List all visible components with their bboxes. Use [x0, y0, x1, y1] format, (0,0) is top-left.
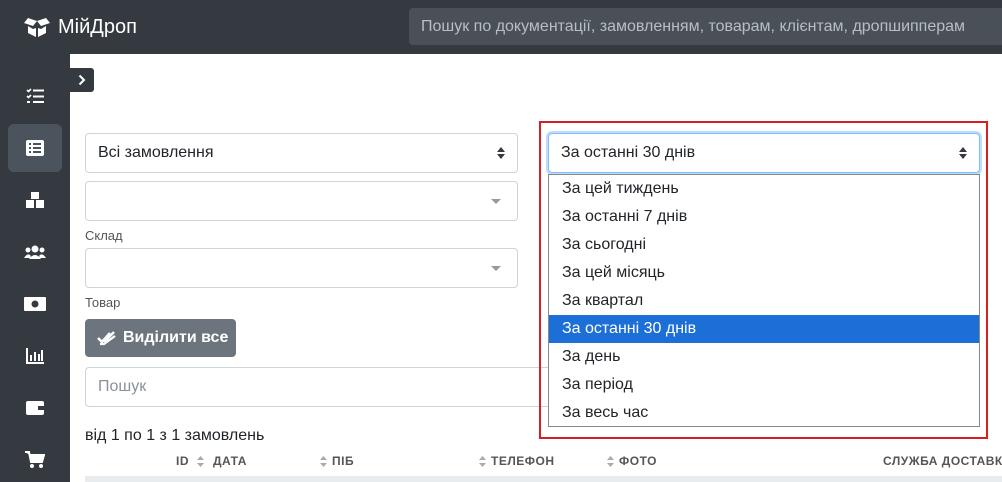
- orders-search-input[interactable]: Пошук: [85, 367, 555, 407]
- order-status-select[interactable]: Всі замовлення: [85, 133, 518, 173]
- app-title: МійДроп: [58, 15, 137, 38]
- chart-icon: [26, 348, 44, 364]
- order-status-value: Всі замовлення: [98, 144, 214, 161]
- period-option[interactable]: За день: [549, 343, 979, 371]
- period-options-list: За цей тиждень За останні 7 днів За сьог…: [548, 174, 980, 427]
- table-row: [85, 476, 1002, 482]
- cart-icon: [25, 451, 45, 468]
- list-icon: [26, 140, 44, 156]
- period-value: За останні 30 днів: [561, 144, 696, 161]
- select-all-button[interactable]: Виділити все: [85, 319, 236, 357]
- sidebar-item-reports[interactable]: [8, 332, 62, 380]
- product-label: Товар: [85, 295, 121, 310]
- sort-icon: [607, 455, 614, 467]
- double-check-icon: [97, 331, 116, 346]
- period-option[interactable]: За квартал: [549, 287, 979, 315]
- box-open-icon: [24, 18, 50, 37]
- product-select[interactable]: [85, 248, 518, 288]
- sidebar-item-warehouse[interactable]: [8, 176, 62, 224]
- users-icon: [24, 245, 46, 259]
- select-all-label: Виділити все: [123, 329, 229, 346]
- orders-table-header: ID ДАТА ПІБ ТЕЛЕФОН ФОТО СЛУЖБА ДОСТАВКИ: [85, 448, 1002, 474]
- sidebar-toggle-button[interactable]: [70, 68, 94, 92]
- column-name[interactable]: ПІБ: [320, 454, 354, 468]
- sidebar: [0, 54, 70, 482]
- boxes-icon: [26, 192, 44, 208]
- sort-icon: [197, 455, 204, 467]
- period-option[interactable]: За сьогодні: [549, 231, 979, 259]
- period-option[interactable]: За цей тиждень: [549, 175, 979, 203]
- brand-logo[interactable]: МійДроп: [24, 13, 137, 41]
- period-option[interactable]: За останні 7 днів: [549, 203, 979, 231]
- select-arrows-icon: [497, 147, 505, 159]
- tasks-icon: [26, 88, 44, 103]
- period-select[interactable]: За останні 30 днів: [548, 133, 980, 173]
- warehouse-select[interactable]: [85, 181, 518, 221]
- chevron-right-icon: [78, 74, 86, 86]
- period-option[interactable]: За весь час: [549, 399, 979, 427]
- period-option[interactable]: За цей місяць: [549, 259, 979, 287]
- sidebar-item-shop[interactable]: [8, 436, 62, 482]
- column-photo[interactable]: ФОТО: [607, 454, 657, 468]
- search-placeholder: Пошук: [98, 378, 147, 395]
- global-search-input[interactable]: Пошук по документації, замовленням, това…: [409, 8, 1002, 45]
- column-phone[interactable]: ТЕЛЕФОН: [479, 454, 555, 468]
- caret-down-icon: [491, 266, 501, 271]
- app-root: МійДроп Пошук по документації, замовленн…: [0, 0, 1002, 482]
- money-icon: [24, 297, 46, 311]
- select-arrows-icon: [959, 147, 967, 159]
- orders-count-text: від 1 по 1 з 1 замовлень: [85, 427, 265, 444]
- period-option[interactable]: За період: [549, 371, 979, 399]
- column-delivery[interactable]: СЛУЖБА ДОСТАВКИ: [883, 454, 1002, 468]
- sidebar-item-orders[interactable]: [8, 124, 62, 172]
- column-id[interactable]: ID: [176, 454, 209, 468]
- sidebar-item-wallet[interactable]: [8, 384, 62, 432]
- sidebar-item-finance[interactable]: [8, 280, 62, 328]
- top-navbar: МійДроп Пошук по документації, замовленн…: [0, 0, 1002, 54]
- caret-down-icon: [491, 199, 501, 204]
- sidebar-item-tasks[interactable]: [8, 72, 62, 120]
- sort-icon: [320, 455, 327, 467]
- wallet-icon: [26, 401, 44, 415]
- column-date[interactable]: ДАТА: [213, 454, 247, 468]
- warehouse-label: Склад: [85, 228, 123, 243]
- sort-icon: [479, 455, 486, 467]
- sidebar-item-clients[interactable]: [8, 228, 62, 276]
- period-option-selected[interactable]: За останні 30 днів: [549, 315, 979, 343]
